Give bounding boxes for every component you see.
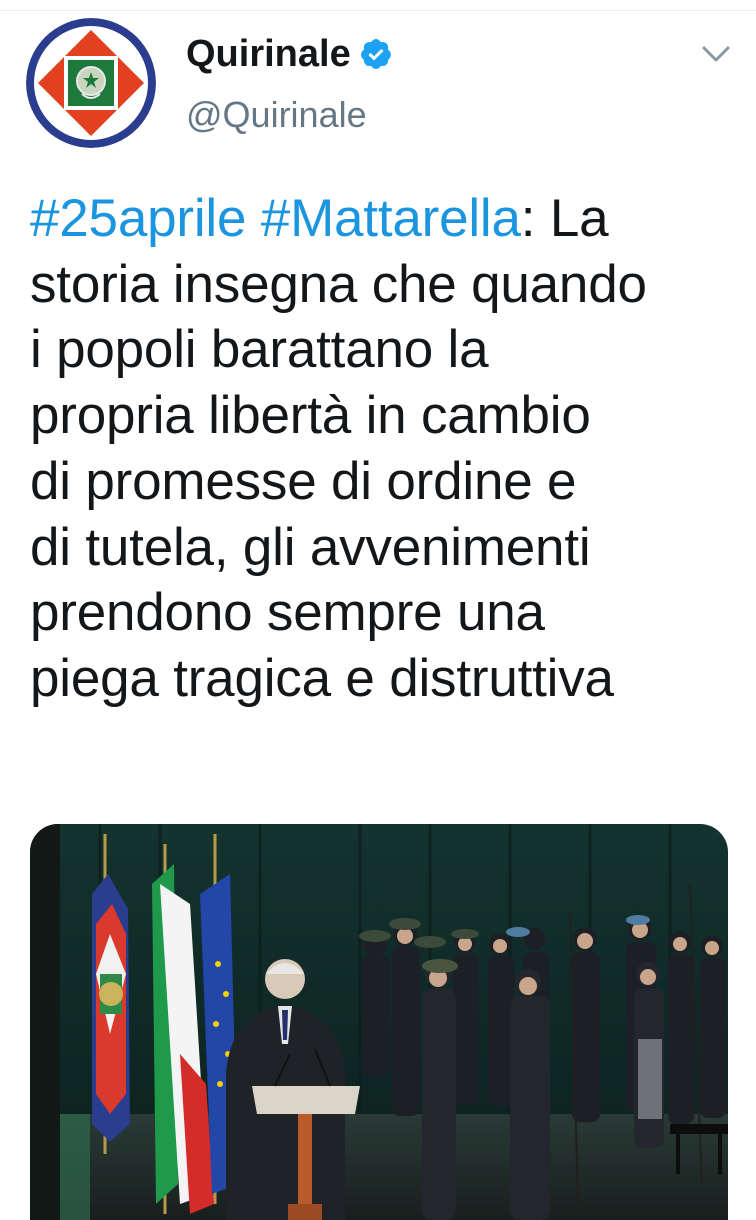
quirinale-emblem-icon [26, 18, 156, 148]
top-divider [0, 0, 756, 11]
tweet-photo[interactable] [30, 824, 728, 1220]
tweet-line: propria libertà in cambio [30, 386, 591, 446]
avatar[interactable] [26, 18, 156, 148]
tweet-line: storia insegna che quando [30, 254, 647, 314]
tweet-line: piega tragica e distruttiva [30, 648, 614, 708]
hashtag-link[interactable]: #Mattarella [261, 189, 521, 248]
photo-scene [30, 824, 728, 1220]
tweet-line: i popoli barattano la [30, 320, 489, 380]
author-name[interactable]: Quirinale [186, 30, 351, 78]
tweet-line: di tutela, gli avvenimenti [30, 517, 591, 577]
tweet-line: di promesse di ordine e [30, 451, 577, 511]
author-name-row[interactable]: Quirinale [186, 30, 393, 78]
tweet-line: prendono sempre una [30, 583, 545, 643]
tweet-text: #25aprile #Mattarella: La storia insegna… [30, 186, 740, 712]
hashtag-link[interactable]: #25aprile [30, 189, 246, 248]
tweet-text-segment: : [520, 189, 536, 248]
tweet-text-segment: La [535, 189, 609, 248]
chevron-down-icon[interactable] [698, 36, 734, 72]
tweet-line: #25aprile #Mattarella: La [30, 186, 740, 252]
author-handle[interactable]: @Quirinale [186, 92, 367, 138]
verified-badge-icon [360, 39, 391, 69]
